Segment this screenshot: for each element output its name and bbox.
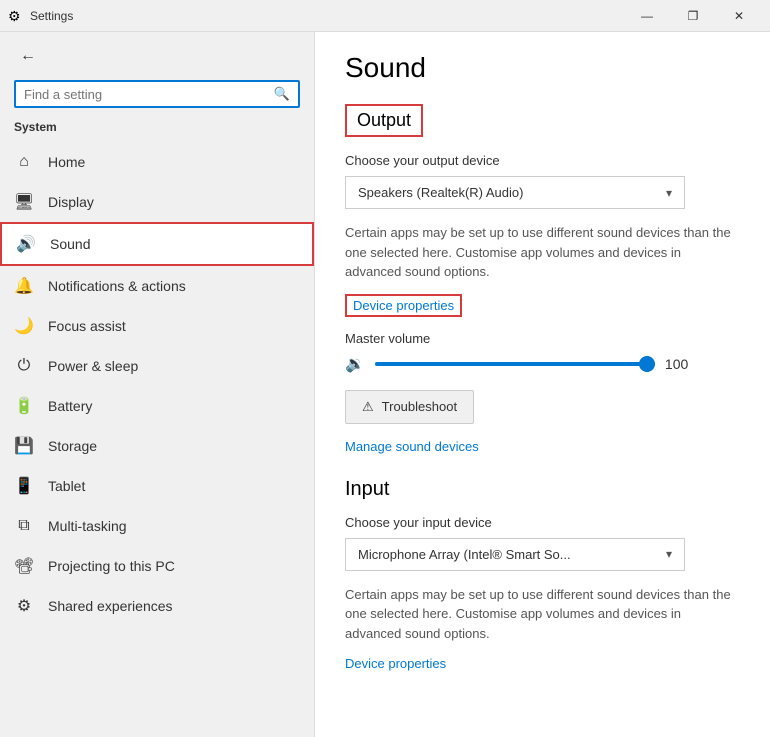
input-device-properties-link[interactable]: Device properties: [345, 656, 446, 671]
input-info-text: Certain apps may be set up to use differ…: [345, 585, 740, 644]
sidebar-item-label: Sound: [50, 236, 90, 252]
notifications-icon: 🔔: [14, 276, 34, 296]
sidebar-item-storage[interactable]: 💾 Storage: [0, 426, 314, 466]
manage-sound-devices-link[interactable]: Manage sound devices: [345, 439, 479, 454]
input-device-value: Microphone Array (Intel® Smart So...: [358, 547, 571, 562]
focus-icon: 🌙: [14, 316, 34, 336]
titlebar-title: Settings: [30, 9, 624, 23]
sidebar-item-label: Shared experiences: [48, 598, 173, 614]
multitasking-icon: ⧉: [14, 516, 34, 536]
sound-icon: 🔊: [16, 234, 36, 254]
output-device-dropdown[interactable]: Speakers (Realtek(R) Audio) ▾: [345, 176, 685, 209]
sidebar-item-label: Multi-tasking: [48, 518, 127, 534]
sidebar-item-power[interactable]: ⏻ Power & sleep: [0, 346, 314, 386]
sidebar-item-projecting[interactable]: 📽 Projecting to this PC: [0, 546, 314, 586]
sidebar-item-label: Battery: [48, 398, 92, 414]
shared-icon: ⚙: [14, 596, 34, 616]
sidebar-item-label: Projecting to this PC: [48, 558, 175, 574]
settings-icon: ⚙: [8, 8, 24, 24]
output-header: Output: [345, 104, 423, 137]
minimize-button[interactable]: —: [624, 0, 670, 32]
sidebar-item-multitasking[interactable]: ⧉ Multi-tasking: [0, 506, 314, 546]
storage-icon: 💾: [14, 436, 34, 456]
device-properties-link[interactable]: Device properties: [345, 294, 462, 317]
sidebar-item-focus[interactable]: 🌙 Focus assist: [0, 306, 314, 346]
sidebar-item-battery[interactable]: 🔋 Battery: [0, 386, 314, 426]
titlebar-controls: — ❐ ✕: [624, 0, 762, 32]
input-device-label: Choose your input device: [345, 515, 740, 530]
battery-icon: 🔋: [14, 396, 34, 416]
projecting-icon: 📽: [14, 556, 34, 576]
display-icon: 🖥: [14, 192, 34, 212]
sidebar-item-tablet[interactable]: 📱 Tablet: [0, 466, 314, 506]
input-section: Input Choose your input device Microphon…: [345, 478, 740, 686]
sidebar-item-label: Home: [48, 154, 85, 170]
sidebar-section-title: System: [0, 116, 314, 142]
sidebar-item-label: Focus assist: [48, 318, 126, 334]
output-section: Output Choose your output device Speaker…: [345, 104, 740, 468]
sidebar-nav-top: ←: [0, 32, 314, 80]
content-area: Sound Output Choose your output device S…: [315, 32, 770, 737]
power-icon: ⏻: [14, 356, 34, 376]
warning-icon: ⚠: [362, 399, 374, 415]
sidebar-item-label: Display: [48, 194, 94, 210]
search-input[interactable]: [24, 87, 274, 102]
volume-slider[interactable]: [375, 362, 655, 366]
sidebar-item-notifications[interactable]: 🔔 Notifications & actions: [0, 266, 314, 306]
search-icon[interactable]: 🔍: [274, 86, 290, 102]
sidebar: ← 🔍 System ⌂ Home 🖥 Display 🔊 Sound 🔔 No…: [0, 32, 315, 737]
chevron-down-icon: ▾: [666, 547, 672, 561]
sidebar-item-home[interactable]: ⌂ Home: [0, 142, 314, 182]
tablet-icon: 📱: [14, 476, 34, 496]
volume-value: 100: [665, 356, 700, 372]
sidebar-item-label: Power & sleep: [48, 358, 138, 374]
volume-section: Master volume 🔉 100: [345, 331, 740, 374]
app-container: ← 🔍 System ⌂ Home 🖥 Display 🔊 Sound 🔔 No…: [0, 32, 770, 737]
titlebar: ⚙ Settings — ❐ ✕: [0, 0, 770, 32]
page-title: Sound: [345, 52, 740, 84]
sidebar-item-shared[interactable]: ⚙ Shared experiences: [0, 586, 314, 626]
sidebar-item-sound[interactable]: 🔊 Sound: [0, 222, 314, 266]
sidebar-item-display[interactable]: 🖥 Display: [0, 182, 314, 222]
volume-label: Master volume: [345, 331, 740, 346]
output-info-text: Certain apps may be set up to use differ…: [345, 223, 740, 282]
troubleshoot-label: Troubleshoot: [382, 399, 457, 414]
volume-icon: 🔉: [345, 354, 365, 374]
output-device-value: Speakers (Realtek(R) Audio): [358, 185, 523, 200]
chevron-down-icon: ▾: [666, 186, 672, 200]
volume-row: 🔉 100: [345, 354, 740, 374]
maximize-button[interactable]: ❐: [670, 0, 716, 32]
search-box[interactable]: 🔍: [14, 80, 300, 108]
sidebar-item-label: Storage: [48, 438, 97, 454]
close-button[interactable]: ✕: [716, 0, 762, 32]
troubleshoot-button[interactable]: ⚠ Troubleshoot: [345, 390, 474, 424]
input-header: Input: [345, 478, 740, 501]
sidebar-item-label: Notifications & actions: [48, 278, 186, 294]
input-device-dropdown[interactable]: Microphone Array (Intel® Smart So... ▾: [345, 538, 685, 571]
home-icon: ⌂: [14, 152, 34, 172]
back-button[interactable]: ←: [14, 42, 42, 70]
output-device-label: Choose your output device: [345, 153, 740, 168]
sidebar-item-label: Tablet: [48, 478, 85, 494]
